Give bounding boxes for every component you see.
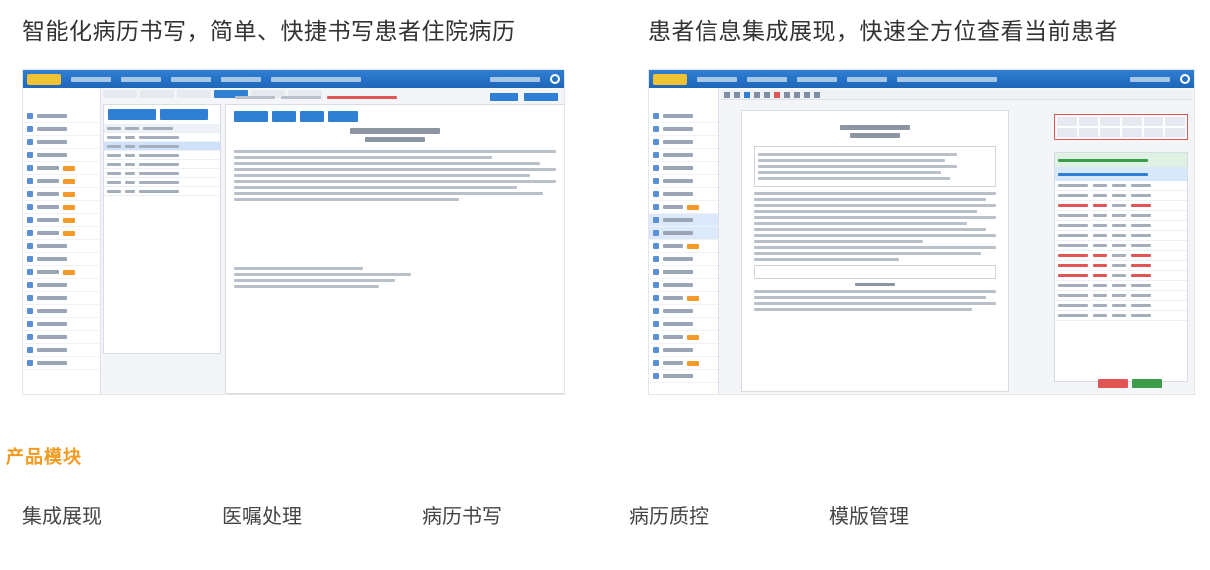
- module-order-processing[interactable]: 医嘱处理: [222, 500, 302, 529]
- exam-list: [103, 104, 221, 354]
- module-quality-control[interactable]: 病历质控: [629, 500, 709, 529]
- app-topbar-right: [649, 70, 1194, 88]
- section-title-modules: 产品模块: [6, 447, 82, 468]
- screenshot-patient-integration: [648, 69, 1195, 395]
- editor-toolbar: [721, 90, 1192, 100]
- admission-record-document: [741, 110, 1009, 392]
- app-logo: [27, 73, 61, 85]
- heading-writing: 智能化病历书写，简单、快捷书写患者住院病历: [22, 19, 516, 45]
- integration-content: [721, 90, 1192, 392]
- module-integrated-view[interactable]: 集成展现: [22, 500, 102, 529]
- module-list: 集成展现 医嘱处理 病历书写 病历质控 模版管理: [0, 500, 1210, 530]
- patient-sidebar: [649, 88, 719, 394]
- module-template-management[interactable]: 模版管理: [829, 500, 909, 529]
- app-sidebar: [23, 88, 101, 394]
- ct-report-document: [225, 104, 564, 394]
- power-icon-right: [1180, 74, 1190, 84]
- power-icon: [550, 74, 560, 84]
- module-record-writing[interactable]: 病历书写: [422, 500, 502, 529]
- app-topbar: [23, 70, 564, 88]
- heading-integration: 患者信息集成展现，快速全方位查看当前患者: [648, 19, 1118, 45]
- lab-results-table: [1054, 152, 1188, 382]
- screenshot-record-writing: [22, 69, 565, 395]
- writing-content: [103, 90, 564, 394]
- quick-filter-panel: [1054, 114, 1188, 140]
